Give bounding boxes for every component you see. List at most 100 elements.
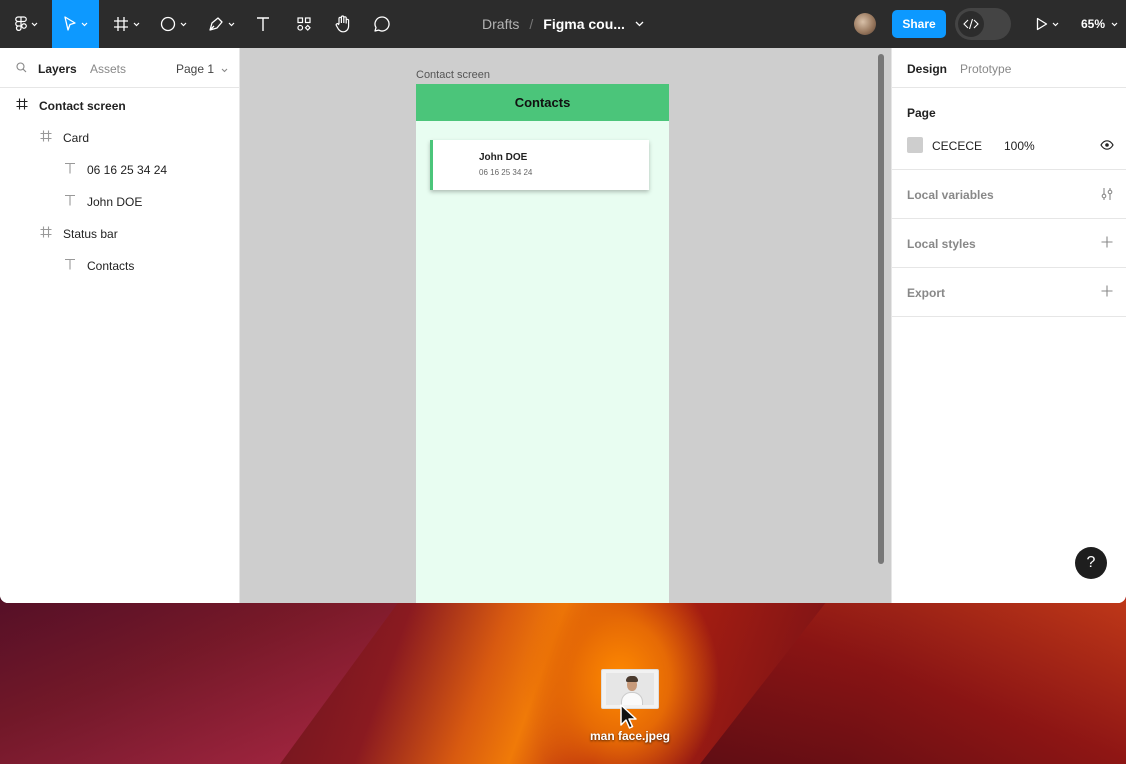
eye-icon[interactable] xyxy=(1100,138,1114,152)
chevron-down-icon xyxy=(133,22,139,26)
text-layer-icon xyxy=(65,162,75,174)
comment-tool-button[interactable] xyxy=(369,0,395,48)
plus-icon[interactable] xyxy=(1101,285,1113,297)
canvas-scrollbar[interactable] xyxy=(878,54,884,564)
export-title: Export xyxy=(907,286,946,300)
layer-row[interactable]: Status bar xyxy=(0,217,240,249)
properties-panel: Design Prototype Page CECECE 100% Local … xyxy=(891,48,1126,603)
contact-screen-frame[interactable]: Contacts John DOE 06 16 25 34 24 xyxy=(416,84,669,603)
chevron-down-icon xyxy=(180,22,186,26)
page-selector-label: Page 1 xyxy=(176,62,215,76)
man-face-image xyxy=(606,673,654,705)
figma-window: Drafts / Figma cou... Share 65% Layers A… xyxy=(0,0,1126,603)
chevron-down-icon xyxy=(31,22,37,26)
frame-label[interactable]: Contact screen xyxy=(416,69,490,81)
breadcrumb-separator: / xyxy=(529,16,534,32)
chevron-down-icon xyxy=(228,22,234,26)
right-panel-tabs: Design Prototype xyxy=(892,48,1126,88)
cursor-arrow-icon xyxy=(64,16,76,31)
export-section[interactable]: Export xyxy=(892,268,1126,317)
layers-panel: Layers Assets Page 1 Contact screen Card… xyxy=(0,48,240,603)
figma-logo-icon xyxy=(14,16,27,31)
main-menu-button[interactable] xyxy=(8,0,44,48)
move-tool-button[interactable] xyxy=(52,0,99,48)
page-section: Page xyxy=(892,88,1126,170)
tab-assets[interactable]: Assets xyxy=(90,62,126,76)
breadcrumb-drafts[interactable]: Drafts xyxy=(482,16,519,32)
tab-layers[interactable]: Layers xyxy=(38,62,77,76)
play-icon xyxy=(1036,17,1047,31)
layer-row[interactable]: Contacts xyxy=(0,249,240,281)
page-color-opacity[interactable]: 100% xyxy=(1004,139,1035,153)
zoom-menu[interactable]: 65% xyxy=(1081,0,1118,48)
contact-phone: 06 16 25 34 24 xyxy=(479,168,533,177)
chevron-down-icon xyxy=(81,22,88,26)
components-icon xyxy=(297,17,311,31)
shape-tool-button[interactable] xyxy=(155,0,191,48)
contact-name: John DOE xyxy=(479,152,528,163)
help-button[interactable]: ? xyxy=(1075,547,1107,579)
design-canvas[interactable]: Contact screen Contacts John DOE 06 16 2… xyxy=(240,48,891,603)
tab-prototype[interactable]: Prototype xyxy=(960,62,1011,76)
status-bar[interactable]: Contacts xyxy=(416,84,669,121)
tab-design[interactable]: Design xyxy=(907,62,947,76)
share-button[interactable]: Share xyxy=(892,10,946,38)
file-name[interactable]: Figma cou... xyxy=(543,16,625,32)
chevron-down-icon[interactable] xyxy=(635,21,644,27)
plus-icon[interactable] xyxy=(1101,236,1113,248)
local-styles-title: Local styles xyxy=(907,237,976,251)
local-styles-section[interactable]: Local styles xyxy=(892,219,1126,268)
local-variables-section[interactable]: Local variables xyxy=(892,170,1126,219)
zoom-level: 65% xyxy=(1081,17,1106,31)
file-name-label[interactable]: man face.jpeg xyxy=(580,729,680,743)
resources-tool-button[interactable] xyxy=(290,0,318,48)
frame-icon xyxy=(40,226,52,238)
top-toolbar: Drafts / Figma cou... Share 65% xyxy=(0,0,1126,48)
frame-icon xyxy=(40,130,52,142)
hand-icon xyxy=(335,15,350,33)
wallpaper-shape xyxy=(0,600,400,764)
layer-name: John DOE xyxy=(87,195,143,209)
frame-icon xyxy=(16,98,28,110)
text-layer-icon xyxy=(65,258,75,270)
ellipse-icon xyxy=(160,16,175,32)
layer-row[interactable]: 06 16 25 34 24 xyxy=(0,153,240,185)
file-thumbnail[interactable] xyxy=(601,669,659,709)
search-icon[interactable] xyxy=(16,62,27,73)
wallpaper-shape xyxy=(700,600,1126,764)
layer-name: Card xyxy=(63,131,90,145)
user-avatar[interactable] xyxy=(854,13,876,35)
comment-icon xyxy=(374,16,390,32)
present-button[interactable] xyxy=(1030,0,1064,48)
contacts-title: Contacts xyxy=(514,95,571,110)
chevron-down-icon xyxy=(1052,22,1058,26)
image-hair xyxy=(626,676,638,682)
frame-tool-button[interactable] xyxy=(108,0,144,48)
page-selector[interactable]: Page 1 xyxy=(176,62,228,76)
left-panel-tabs: Layers Assets Page 1 xyxy=(0,48,239,88)
hand-tool-button[interactable] xyxy=(330,0,356,48)
layer-name: Contacts xyxy=(87,259,135,273)
layer-name: 06 16 25 34 24 xyxy=(87,163,168,177)
page-color-hex[interactable]: CECECE xyxy=(932,139,982,153)
code-icon xyxy=(958,11,984,37)
dev-mode-toggle[interactable] xyxy=(955,8,1011,40)
layer-name: Status bar xyxy=(63,227,118,241)
chevron-down-icon xyxy=(1111,22,1118,26)
layer-row[interactable]: Card xyxy=(0,121,240,153)
text-icon xyxy=(257,17,269,31)
layer-row[interactable]: Contact screen xyxy=(0,89,240,121)
pen-tool-button[interactable] xyxy=(202,0,240,48)
page-color-swatch[interactable] xyxy=(907,137,923,153)
local-variables-title: Local variables xyxy=(907,188,994,202)
layer-name: Contact screen xyxy=(39,99,126,113)
pen-icon xyxy=(208,17,223,31)
text-layer-icon xyxy=(65,194,75,206)
mouse-cursor-icon xyxy=(620,704,637,729)
desktop-wallpaper xyxy=(0,600,1126,764)
layer-row[interactable]: John DOE xyxy=(0,185,240,217)
contact-card[interactable]: John DOE 06 16 25 34 24 xyxy=(430,140,649,190)
frame-icon xyxy=(113,17,128,31)
sliders-icon[interactable] xyxy=(1100,187,1114,201)
text-tool-button[interactable] xyxy=(250,0,276,48)
